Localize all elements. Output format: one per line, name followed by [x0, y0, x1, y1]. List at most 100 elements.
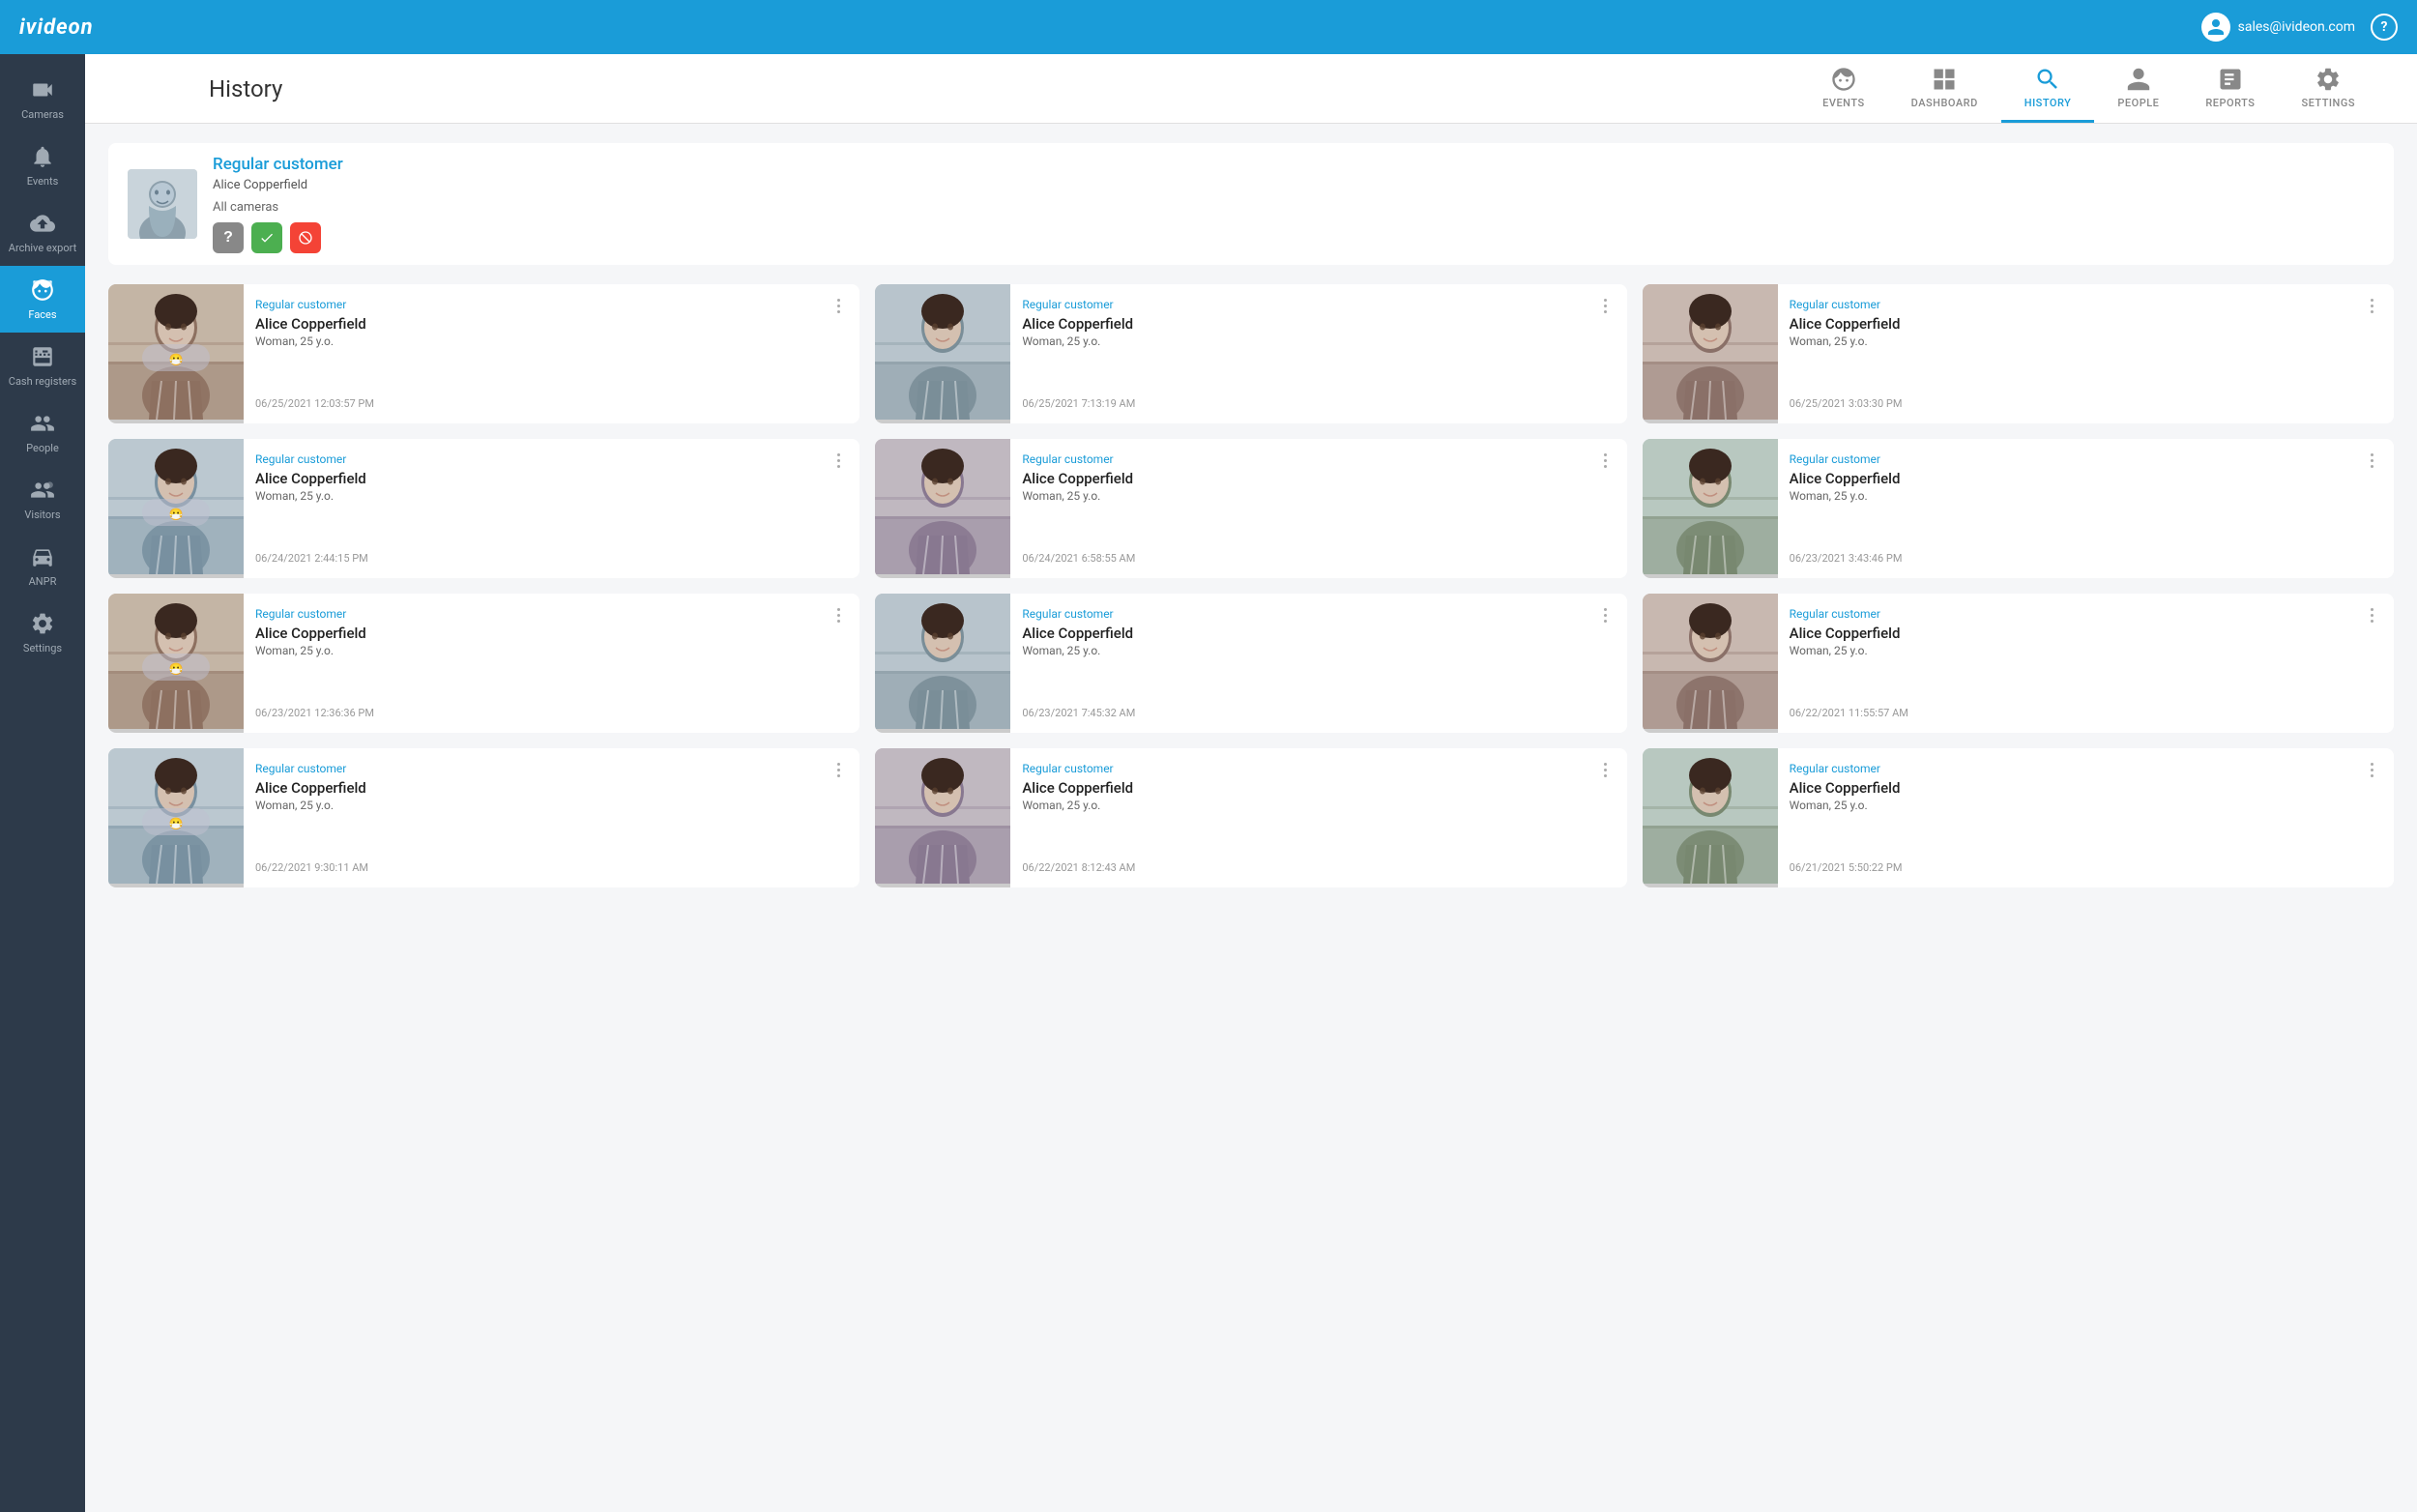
card-date: 06/22/2021 9:30:11 AM: [255, 861, 848, 874]
card-name: Alice Copperfield: [1022, 779, 1615, 797]
menu-dot: [2371, 614, 2373, 617]
menu-dot: [2371, 763, 2373, 766]
card-category: Regular customer: [1022, 762, 1615, 775]
card-category: Regular customer: [1022, 298, 1615, 311]
header-right: sales@ivideon.com ?: [2201, 13, 2398, 42]
menu-dot: [837, 763, 840, 766]
tab-events[interactable]: EVENTS: [1799, 54, 1887, 123]
filter-unknown-btn[interactable]: ?: [213, 222, 244, 253]
dashboard-tab-icon: [1931, 66, 1958, 93]
card-image: 😷: [108, 284, 244, 423]
menu-dot: [1604, 465, 1607, 468]
card-image: 😷: [108, 748, 244, 887]
profile-cameras: All cameras: [213, 200, 2374, 215]
card-content: Regular customer Alice Copperfield Woman…: [1778, 439, 2394, 578]
sidebar-item-visitors[interactable]: Visitors: [0, 466, 85, 533]
profile-avatar-image: [128, 169, 197, 239]
sidebar-item-anpr[interactable]: ANPR: [0, 533, 85, 599]
card-content: Regular customer Alice Copperfield Woman…: [1010, 594, 1626, 733]
user-avatar-icon: [2201, 13, 2230, 42]
help-button[interactable]: ?: [2371, 14, 2398, 41]
svg-text:😷: 😷: [169, 662, 184, 676]
menu-dot: [837, 310, 840, 313]
card-image: [875, 594, 1010, 733]
list-item: Regular customer Alice Copperfield Woman…: [875, 284, 1626, 423]
card-menu-button[interactable]: [1596, 760, 1616, 779]
card-image: [875, 439, 1010, 578]
sidebar-item-settings[interactable]: Settings: [0, 599, 85, 666]
card-name: Alice Copperfield: [1790, 315, 2382, 333]
card-menu-button[interactable]: [829, 296, 848, 315]
tab-people[interactable]: PEOPLE: [2094, 54, 2182, 123]
card-gender: Woman, 25 y.o.: [1790, 799, 2382, 812]
card-date: 06/21/2021 5:50:22 PM: [1790, 861, 2382, 874]
sidebar-item-archive-export[interactable]: Archive export: [0, 199, 85, 266]
menu-dot: [1604, 310, 1607, 313]
card-gender: Woman, 25 y.o.: [1790, 334, 2382, 348]
profile-name: Regular customer: [213, 155, 2374, 174]
sidebar-item-cash-registers-label: Cash registers: [9, 375, 76, 388]
card-name: Alice Copperfield: [255, 779, 848, 797]
filter-blocked-btn[interactable]: [290, 222, 321, 253]
menu-dot: [1604, 620, 1607, 623]
settings-icon: [30, 611, 55, 636]
card-date: 06/25/2021 7:13:19 AM: [1022, 397, 1615, 410]
sidebar-item-faces[interactable]: Faces: [0, 266, 85, 333]
card-menu-button[interactable]: [829, 451, 848, 470]
filter-verified-btn[interactable]: [251, 222, 282, 253]
card-category: Regular customer: [1790, 762, 2382, 775]
sidebar-item-people[interactable]: People: [0, 399, 85, 466]
card-menu-button[interactable]: [1596, 451, 1616, 470]
sidebar: Cameras Events Archive export Faces Cash…: [0, 54, 85, 1512]
card-image: [1643, 284, 1778, 423]
menu-dot: [2371, 620, 2373, 623]
reports-tab-icon: [2217, 66, 2244, 93]
sidebar-item-cameras[interactable]: Cameras: [0, 66, 85, 132]
card-menu-button[interactable]: [2363, 451, 2382, 470]
header: ivideon sales@ivideon.com ?: [0, 0, 2417, 54]
card-gender: Woman, 25 y.o.: [255, 644, 848, 657]
card-menu-button[interactable]: [1596, 605, 1616, 625]
card-image: [1643, 594, 1778, 733]
menu-dot: [1604, 774, 1607, 777]
card-menu-button[interactable]: [2363, 296, 2382, 315]
card-gender: Woman, 25 y.o.: [255, 799, 848, 812]
calculator-icon: [30, 344, 55, 369]
card-gender: Woman, 25 y.o.: [255, 334, 848, 348]
card-content: Regular customer Alice Copperfield Woman…: [244, 594, 859, 733]
face-icon: [30, 277, 55, 303]
tab-reports-label: REPORTS: [2205, 97, 2255, 109]
profile-avatar: [128, 169, 197, 239]
card-date: 06/22/2021 8:12:43 AM: [1022, 861, 1615, 874]
card-category: Regular customer: [1790, 452, 2382, 466]
menu-dot: [2371, 774, 2373, 777]
card-menu-button[interactable]: [2363, 760, 2382, 779]
card-name: Alice Copperfield: [1022, 625, 1615, 642]
card-category: Regular customer: [1790, 298, 2382, 311]
menu-dot: [1604, 614, 1607, 617]
card-menu-button[interactable]: [829, 760, 848, 779]
card-category: Regular customer: [1022, 607, 1615, 621]
sidebar-item-events[interactable]: Events: [0, 132, 85, 199]
svg-text:😷: 😷: [169, 353, 184, 366]
menu-dot: [837, 608, 840, 611]
card-category: Regular customer: [255, 607, 848, 621]
user-info[interactable]: sales@ivideon.com: [2201, 13, 2355, 42]
sidebar-item-cash-registers[interactable]: Cash registers: [0, 333, 85, 399]
card-menu-button[interactable]: [2363, 605, 2382, 625]
card-name: Alice Copperfield: [1790, 625, 2382, 642]
menu-dot: [1604, 305, 1607, 307]
card-content: Regular customer Alice Copperfield Woman…: [1010, 439, 1626, 578]
tab-history[interactable]: HISTORY: [2001, 54, 2095, 123]
card-menu-button[interactable]: [1596, 296, 1616, 315]
tab-settings[interactable]: SETTINGS: [2278, 54, 2378, 123]
tab-reports[interactable]: REPORTS: [2182, 54, 2278, 123]
bell-icon: [30, 144, 55, 169]
card-content: Regular customer Alice Copperfield Woman…: [1778, 284, 2394, 423]
card-date: 06/25/2021 3:03:30 PM: [1790, 397, 2382, 410]
card-menu-button[interactable]: [829, 605, 848, 625]
card-name: Alice Copperfield: [1022, 470, 1615, 487]
tab-dashboard[interactable]: DASHBOARD: [1888, 54, 2001, 123]
list-item: Regular customer Alice Copperfield Woman…: [1643, 594, 2394, 733]
tab-settings-label: SETTINGS: [2301, 97, 2355, 109]
